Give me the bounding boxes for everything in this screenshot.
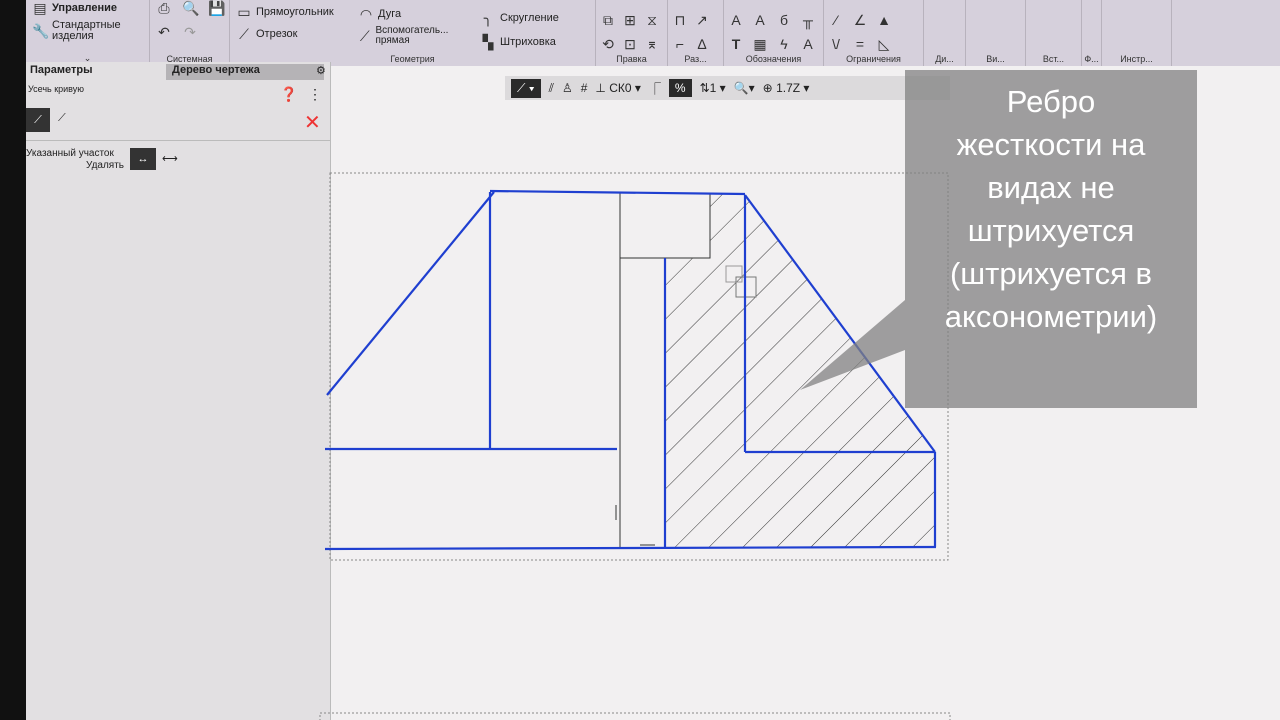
callout-line: аксонометрии)	[944, 299, 1158, 334]
annotation-callout: Ребро жесткости на видах не штрихуется (…	[905, 70, 1197, 408]
view-frame-lower	[319, 712, 951, 720]
callout-line: штрихуется	[967, 213, 1135, 248]
callout-line: (штрихуется в	[949, 256, 1153, 291]
callout-line: жесткости на	[956, 127, 1146, 162]
hatch-section	[665, 194, 935, 547]
callout-line: видах не	[987, 170, 1115, 205]
callout-line: Ребро	[1006, 84, 1096, 119]
